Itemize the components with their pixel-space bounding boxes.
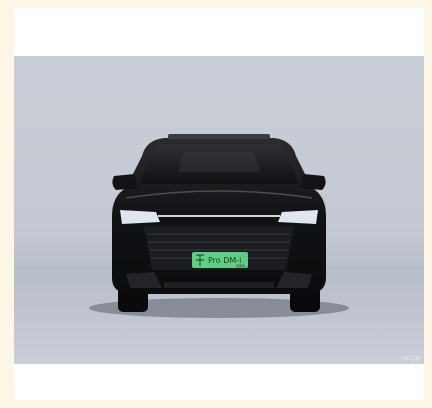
right-headlight — [278, 210, 318, 224]
roof — [168, 134, 270, 139]
left-mirror — [112, 174, 138, 190]
right-mirror — [300, 174, 326, 190]
car-photo: Pro DM-i 冠军版 汽车之家 — [14, 56, 424, 364]
left-headlight — [120, 210, 160, 224]
windshield-reflection — [178, 152, 260, 172]
image-watermark: 汽车之家 — [399, 356, 420, 362]
plate-edition: 冠军版 — [236, 263, 245, 268]
car-illustration: Pro DM-i 冠军版 — [14, 134, 424, 364]
lower-bumper — [164, 282, 274, 288]
